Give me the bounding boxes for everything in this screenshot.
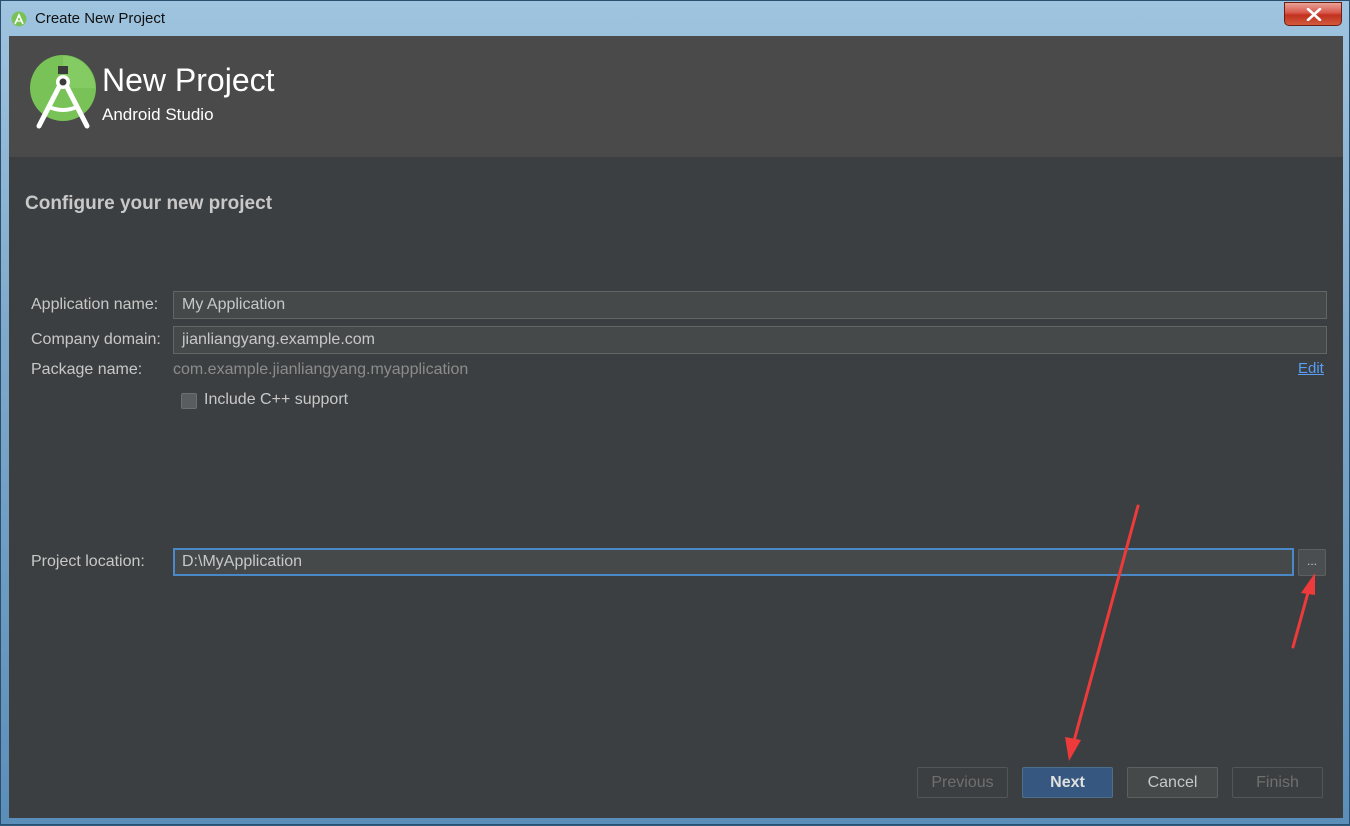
project-location-label: Project location: xyxy=(31,553,145,570)
section-title: Configure your new project xyxy=(25,193,273,214)
title-bar[interactable]: Create New Project xyxy=(1,1,1350,35)
cancel-button[interactable]: Cancel xyxy=(1127,767,1218,798)
application-name-label: Application name: xyxy=(31,296,159,313)
android-studio-icon xyxy=(11,11,27,27)
project-location-input[interactable]: D:\MyApplication xyxy=(173,548,1294,576)
application-name-input[interactable]: My Application xyxy=(173,291,1327,319)
close-icon xyxy=(1306,8,1322,21)
header-title: New Project xyxy=(102,62,275,98)
edit-package-link[interactable]: Edit xyxy=(1298,360,1324,377)
browse-button[interactable]: ... xyxy=(1298,549,1326,576)
next-button[interactable]: Next xyxy=(1022,767,1113,798)
dialog-header: New Project Android Studio xyxy=(9,36,1343,157)
package-name-value: com.example.jianliangyang.myapplication xyxy=(173,361,469,378)
previous-button[interactable]: Previous xyxy=(917,767,1008,798)
window-title: Create New Project xyxy=(35,10,166,27)
company-domain-input[interactable]: jianliangyang.example.com xyxy=(173,326,1327,354)
android-studio-logo xyxy=(30,55,96,129)
include-cpp-label[interactable]: Include C++ support xyxy=(204,391,348,409)
include-cpp-checkbox[interactable] xyxy=(181,393,197,409)
finish-button[interactable]: Finish xyxy=(1232,767,1323,798)
package-name-label: Package name: xyxy=(31,361,143,378)
window-frame: Create New Project New Project Android S… xyxy=(0,0,1350,825)
company-domain-label: Company domain: xyxy=(31,331,161,348)
dialog-content: New Project Android Studio Configure you… xyxy=(9,36,1343,818)
header-subtitle: Android Studio xyxy=(102,105,214,124)
close-button[interactable] xyxy=(1284,2,1342,26)
